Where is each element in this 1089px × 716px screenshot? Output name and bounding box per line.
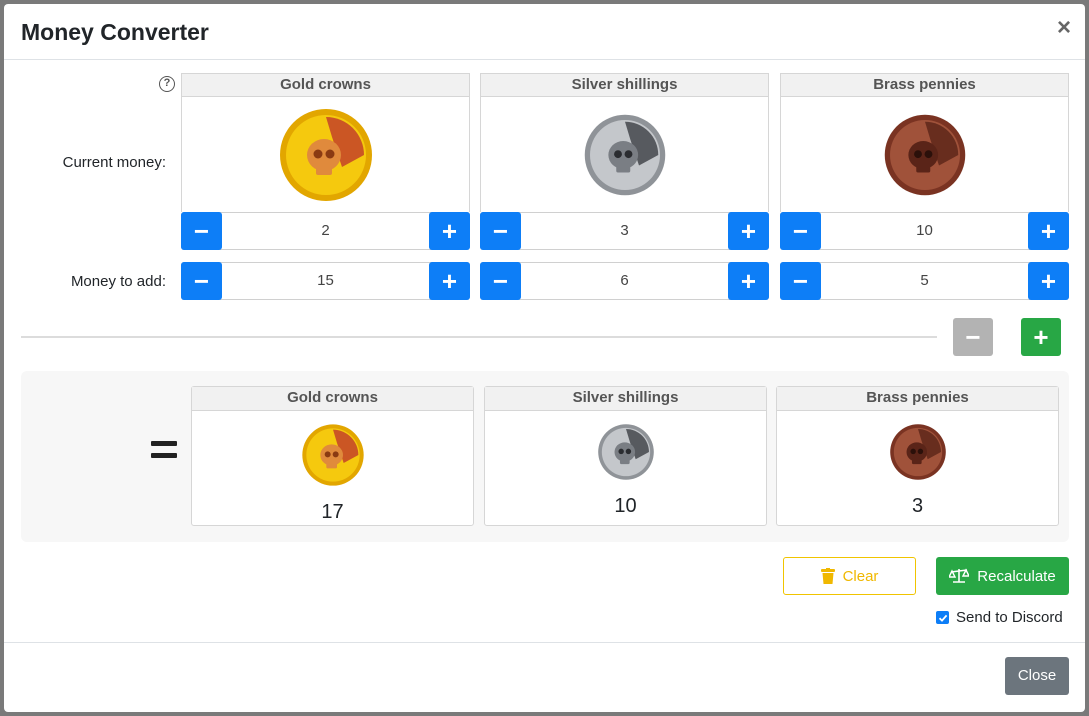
brass-current-stepper: − 10 + [780,212,1069,250]
brass-current-value[interactable]: 10 [820,213,1029,249]
modal-title: Money Converter [21,19,209,45]
gold-result-title: Gold crowns [192,387,473,411]
silver-coin-image-area [480,97,769,212]
brass-coin-title: Brass pennies [780,73,1069,97]
brass-add-stepper: − 5 + [780,262,1069,300]
send-to-discord-option[interactable]: Send to Discord [936,609,1063,626]
silver-add-value[interactable]: 6 [520,263,729,299]
gold-add-minus-button[interactable]: − [181,262,222,300]
silver-coin-title: Silver shillings [480,73,769,97]
gold-current-stepper: − 2 + [181,212,470,250]
gold-coin-image-area [181,97,470,212]
brass-add-plus-button[interactable]: + [1028,262,1069,300]
gold-result-card: Gold crowns 17 [191,386,474,526]
gold-skull-coin-icon [301,424,364,486]
silver-current-stepper: − 3 + [480,212,769,250]
result-panel: Gold crowns 17 Silver shillings 10 Brass… [21,371,1069,542]
current-money-label: Current money: [62,154,166,171]
gold-current-minus-button[interactable]: − [181,212,222,250]
clear-button[interactable]: Clear [783,557,916,595]
brass-result-title: Brass pennies [777,387,1058,411]
silver-skull-coin-icon [597,424,654,480]
balance-scale-icon [949,568,970,583]
silver-skull-coin-icon [584,114,665,195]
brass-result-value: 3 [911,495,924,517]
footer-divider [4,642,1085,643]
gold-skull-coin-icon [279,108,372,201]
brass-add-value[interactable]: 5 [820,263,1029,299]
close-icon[interactable]: × [1057,16,1071,40]
silver-result-title: Silver shillings [485,387,766,411]
silver-add-minus-button[interactable]: − [480,262,521,300]
trash-icon [820,568,835,584]
gold-current-plus-button[interactable]: + [429,212,470,250]
silver-add-plus-button[interactable]: + [728,262,769,300]
remove-row-button[interactable]: − [953,318,993,356]
brass-coin-image-area [780,97,1069,212]
gold-coin-card: Gold crowns [181,73,470,212]
close-button[interactable]: Close [1005,657,1069,695]
gold-add-stepper: − 15 + [181,262,470,300]
gold-current-value[interactable]: 2 [221,213,430,249]
send-to-discord-checkbox[interactable] [936,611,949,624]
brass-coin-card: Brass pennies [780,73,1069,212]
money-converter-modal: Money Converter × ? Current money: Money… [4,4,1085,712]
silver-coin-card: Silver shillings [480,73,769,212]
gold-add-plus-button[interactable]: + [429,262,470,300]
add-row-button[interactable]: + [1021,318,1061,356]
modal-header: Money Converter × [4,4,1085,60]
brass-current-minus-button[interactable]: − [780,212,821,250]
equals-icon [151,441,177,461]
clear-button-label: Clear [842,567,879,585]
recalculate-button-label: Recalculate [977,567,1056,585]
silver-current-plus-button[interactable]: + [728,212,769,250]
silver-current-minus-button[interactable]: − [480,212,521,250]
money-to-add-label: Money to add: [70,273,166,290]
silver-result-card: Silver shillings 10 [484,386,767,526]
brass-result-card: Brass pennies 3 [776,386,1059,526]
brass-add-minus-button[interactable]: − [780,262,821,300]
recalculate-button[interactable]: Recalculate [936,557,1069,595]
brass-current-plus-button[interactable]: + [1028,212,1069,250]
brass-skull-coin-icon [889,424,946,480]
gold-add-value[interactable]: 15 [221,263,430,299]
checkmark-icon [938,614,947,622]
silver-result-value: 10 [614,495,637,517]
silver-add-stepper: − 6 + [480,262,769,300]
send-to-discord-label: Send to Discord [956,609,1063,626]
silver-current-value[interactable]: 3 [520,213,729,249]
gold-result-value: 17 [321,501,344,523]
section-divider [21,336,937,338]
brass-skull-coin-icon [884,114,965,195]
gold-coin-title: Gold crowns [181,73,470,97]
help-icon[interactable]: ? [159,76,175,92]
